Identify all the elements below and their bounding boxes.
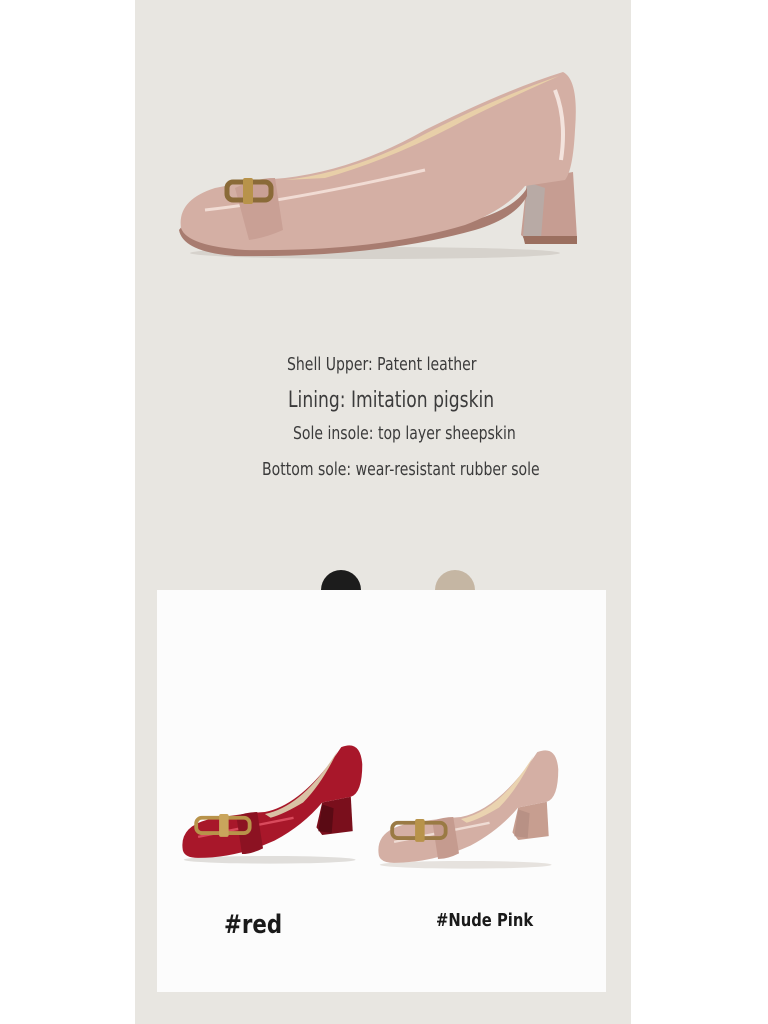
red-shoe-image[interactable] (179, 735, 389, 870)
spec-bottom-sole: Bottom sole: wear-resistant rubber sole (262, 459, 540, 480)
variant-card: #red #Nude Pink (157, 590, 606, 992)
variant-label-nude-pink: #Nude Pink (436, 910, 534, 931)
spec-shell-upper: Shell Upper: Patent leather (287, 354, 477, 375)
spec-lining: Lining: Imitation pigskin (288, 388, 495, 413)
spec-sole-insole: Sole insole: top layer sheepskin (293, 423, 516, 444)
hero-shoe-image (179, 72, 577, 259)
variant-label-red: #red (224, 910, 283, 940)
nude-shoe-image[interactable] (375, 740, 585, 875)
product-detail-panel: Shell Upper: Patent leather Lining: Imit… (135, 0, 631, 1024)
